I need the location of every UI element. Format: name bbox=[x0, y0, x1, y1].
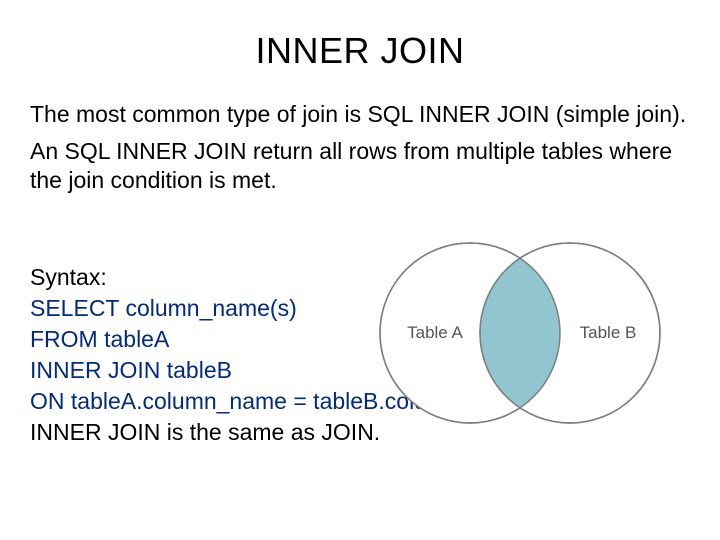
venn-svg: Table A Table B bbox=[330, 228, 710, 438]
slide: INNER JOIN The most common type of join … bbox=[0, 0, 720, 540]
venn-diagram: Table A Table B bbox=[330, 228, 710, 438]
slide-title: INNER JOIN bbox=[30, 30, 690, 72]
paragraph-2: An SQL INNER JOIN return all rows from m… bbox=[30, 137, 690, 195]
venn-label-a: Table A bbox=[407, 323, 463, 342]
venn-label-b: Table B bbox=[580, 323, 637, 342]
paragraph-1: The most common type of join is SQL INNE… bbox=[30, 100, 690, 129]
